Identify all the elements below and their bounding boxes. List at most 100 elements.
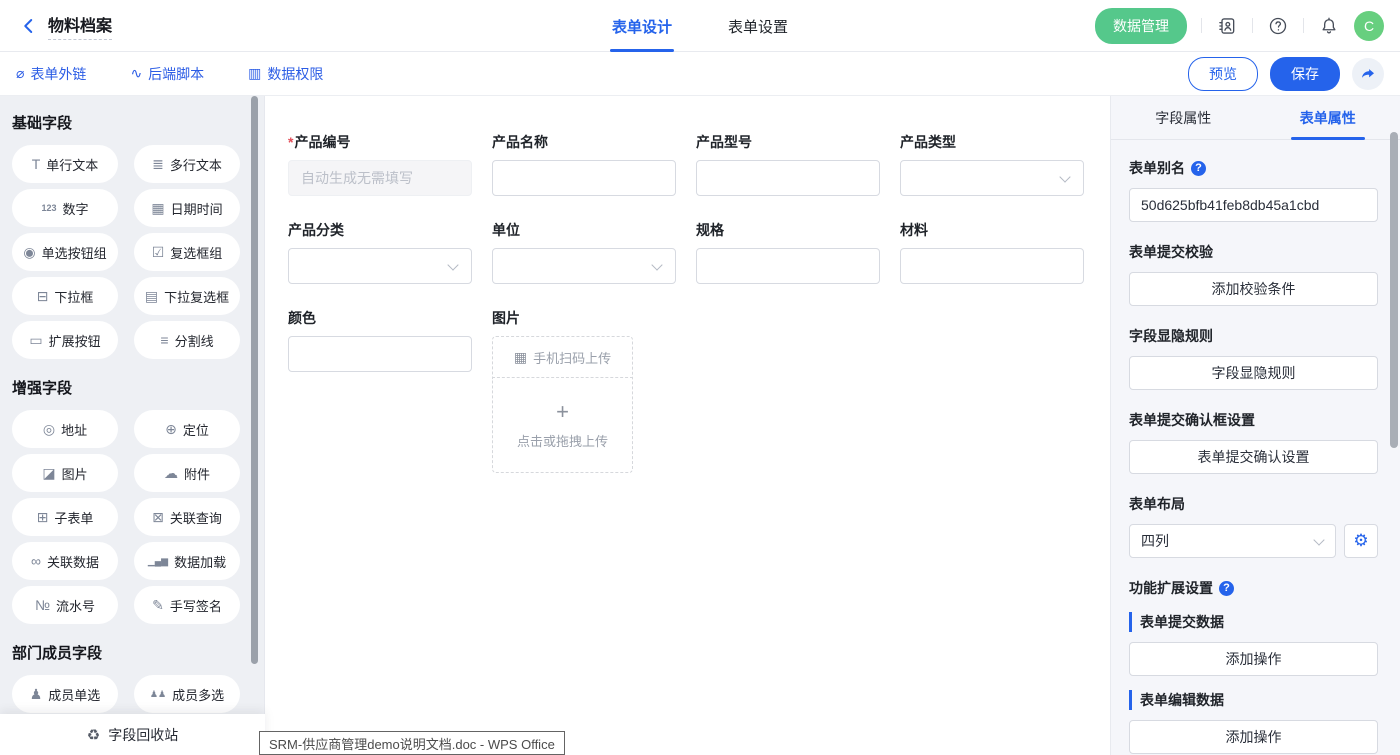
help-icon[interactable] [1267, 15, 1289, 37]
bell-icon[interactable] [1318, 15, 1340, 37]
tab-form-settings[interactable]: 表单设置 [728, 0, 788, 52]
field-pill-checkbox-group[interactable]: ☑复选框组 [134, 233, 240, 271]
drag-upload-area[interactable]: +点击或拖拽上传 [492, 378, 633, 473]
data-load-icon: ▁▄▆ [148, 557, 168, 566]
field-pill-signature[interactable]: ✎手写签名 [134, 586, 240, 624]
field-pill-label: 流水号 [56, 596, 95, 615]
field-pill-label: 关联数据 [47, 552, 99, 571]
canvas-field-label: 产品名称 [492, 132, 696, 152]
field-pill-single-line-text[interactable]: T单行文本 [12, 145, 118, 183]
field-pill-label: 复选框组 [170, 243, 222, 262]
field-pill-label: 成员多选 [172, 685, 224, 704]
help-icon[interactable]: ? [1191, 161, 1206, 176]
contacts-icon[interactable] [1216, 15, 1238, 37]
scan-upload-button[interactable]: ▦手机扫码上传 [492, 336, 633, 378]
canvas-field[interactable]: 图片▦手机扫码上传+点击或拖拽上传 [492, 308, 696, 473]
canvas-field[interactable]: 产品型号 [696, 132, 900, 196]
field-pill-datetime[interactable]: ▦日期时间 [134, 189, 240, 227]
canvas-field-input[interactable] [900, 248, 1084, 284]
field-pill-attachment[interactable]: ☁附件 [134, 454, 240, 492]
canvas-field[interactable]: 产品分类 [288, 220, 492, 284]
qr-code-icon: ▦ [514, 349, 527, 366]
field-pill-dropdown[interactable]: ⊟下拉框 [12, 277, 118, 315]
chevron-down-icon [447, 259, 458, 270]
form-toolbar: ⌀表单外链 ∿后端脚本 ▥数据权限 预览 保存 [0, 52, 1400, 96]
canvas-field[interactable]: 产品名称 [492, 132, 696, 196]
back-icon[interactable] [16, 13, 42, 39]
field-pill-label: 多行文本 [170, 155, 222, 174]
preview-button[interactable]: 预览 [1188, 57, 1258, 91]
canvas-field[interactable]: 材料 [900, 220, 1104, 284]
field-recycle-bin[interactable]: ♻ 字段回收站 [0, 714, 265, 755]
panel-button[interactable]: 字段显隐规则 [1129, 356, 1378, 390]
toolbar-link-backend-script[interactable]: ∿后端脚本 [130, 64, 204, 84]
field-pill-address[interactable]: ◎地址 [12, 410, 118, 448]
canvas-field[interactable]: 产品类型 [900, 132, 1104, 196]
divider-icon: ≡ [160, 333, 168, 347]
tab-field-properties[interactable]: 字段属性 [1111, 96, 1256, 139]
panel-button[interactable]: 添加操作 [1129, 642, 1378, 676]
canvas-field-input[interactable] [288, 336, 472, 372]
number-icon: 123 [41, 204, 56, 213]
toolbar-link-external-link[interactable]: ⌀表单外链 [16, 64, 86, 84]
field-pill-image[interactable]: ◪图片 [12, 454, 118, 492]
canvas-field-label: 产品类型 [900, 132, 1104, 152]
form-canvas[interactable]: *产品编号自动生成无需填写产品名称产品型号产品类型产品分类单位规格材料颜色图片▦… [265, 96, 1110, 755]
field-pill-divider[interactable]: ≡分割线 [134, 321, 240, 359]
field-pill-member-single[interactable]: ♟成员单选 [12, 675, 118, 713]
field-pill-linked-data[interactable]: ∞关联数据 [12, 542, 118, 580]
save-button[interactable]: 保存 [1270, 57, 1340, 91]
toolbar-link-label: 数据权限 [267, 64, 323, 84]
panel-button[interactable]: 添加校验条件 [1129, 272, 1378, 306]
field-pill-subform[interactable]: ⊞子表单 [12, 498, 118, 536]
canvas-field[interactable]: *产品编号自动生成无需填写 [288, 132, 492, 196]
canvas-field[interactable]: 规格 [696, 220, 900, 284]
tab-form-design[interactable]: 表单设计 [612, 0, 672, 52]
field-pill-radio-group[interactable]: ◉单选按钮组 [12, 233, 118, 271]
field-pill-serial-number[interactable]: №流水号 [12, 586, 118, 624]
toolbar-link-label: 表单外链 [30, 64, 86, 84]
avatar[interactable]: C [1354, 11, 1384, 41]
canvas-field-input[interactable] [696, 160, 880, 196]
data-manage-button[interactable]: 数据管理 [1095, 8, 1187, 44]
canvas-field-label-text: 产品编号 [294, 132, 350, 152]
canvas-field-select[interactable] [288, 248, 472, 284]
help-icon[interactable]: ? [1219, 581, 1234, 596]
canvas-field[interactable]: 颜色 [288, 308, 492, 473]
canvas-field-input[interactable] [492, 160, 676, 196]
layout-select[interactable]: 四列 [1129, 524, 1336, 558]
canvas-field-input[interactable] [696, 248, 880, 284]
panel-button[interactable]: 表单提交确认设置 [1129, 440, 1378, 474]
toolbar-link-data-permission[interactable]: ▥数据权限 [248, 64, 323, 84]
header-tabs: 表单设计 表单设置 [612, 0, 788, 52]
panel-heading-text: 表单提交校验 [1129, 242, 1213, 262]
field-pill-dropdown-multi[interactable]: ▤下拉复选框 [134, 277, 240, 315]
field-pill-label: 手写签名 [170, 596, 222, 615]
canvas-field-select[interactable] [900, 160, 1084, 196]
tab-form-properties[interactable]: 表单属性 [1256, 96, 1400, 139]
field-pill-linked-query[interactable]: ⊠关联查询 [134, 498, 240, 536]
panel-scrollbar[interactable] [1390, 132, 1398, 448]
canvas-field-label: 规格 [696, 220, 900, 240]
field-pill-number[interactable]: 123 数字 [12, 189, 118, 227]
sidebar-scrollbar[interactable] [251, 96, 258, 664]
field-pill-location[interactable]: ⊕定位 [134, 410, 240, 448]
canvas-field-select[interactable] [492, 248, 676, 284]
panel-input[interactable]: 50d625bfb41feb8db45a1cbd [1129, 188, 1378, 222]
canvas-field-input[interactable]: 自动生成无需填写 [288, 160, 472, 196]
field-pill-extend-button[interactable]: ▭扩展按钮 [12, 321, 118, 359]
field-pill-data-load[interactable]: ▁▄▆数据加载 [134, 542, 240, 580]
layout-gear-button[interactable]: ⚙ [1344, 524, 1378, 558]
field-pill-member-multi[interactable]: ♟♟成员多选 [134, 675, 240, 713]
drag-upload-label: 点击或拖拽上传 [517, 431, 608, 450]
field-pill-label: 数字 [63, 199, 89, 218]
input-placeholder: 自动生成无需填写 [301, 168, 413, 188]
share-button[interactable] [1352, 58, 1384, 90]
field-pill-multi-line-text[interactable]: ≣多行文本 [134, 145, 240, 183]
panel-section-heading: 表单提交数据 [1129, 612, 1378, 632]
page-title[interactable]: 物料档案 [48, 12, 112, 40]
panel-button[interactable]: 添加操作 [1129, 720, 1378, 754]
canvas-field[interactable]: 单位 [492, 220, 696, 284]
canvas-field-label-text: 产品名称 [492, 132, 548, 152]
chevron-down-icon [1059, 171, 1070, 182]
